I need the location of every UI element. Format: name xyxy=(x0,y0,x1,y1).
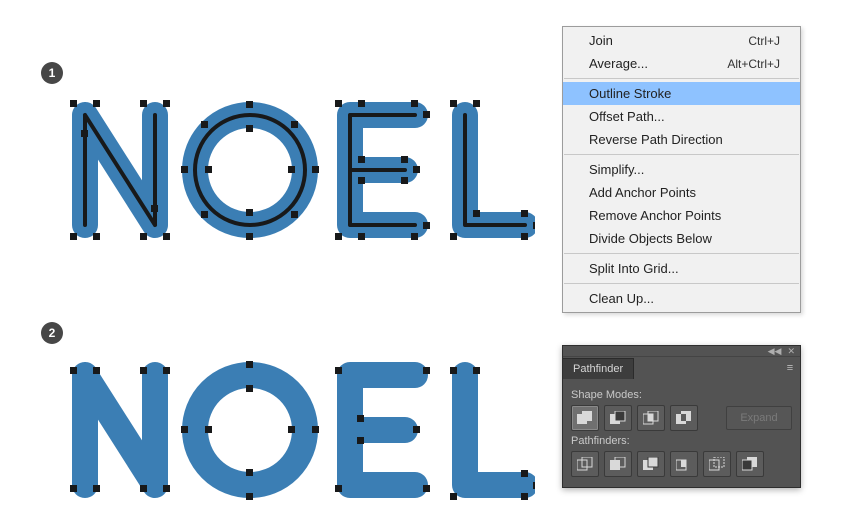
panel-menu-icon[interactable]: ≡ xyxy=(780,362,800,374)
menu-item-reverse-path-direction[interactable]: Reverse Path Direction xyxy=(563,128,800,151)
expand-button[interactable]: Expand xyxy=(726,406,792,430)
menu-item-add-anchor-points[interactable]: Add Anchor Points xyxy=(563,181,800,204)
menu-item-simplify[interactable]: Simplify... xyxy=(563,158,800,181)
pathfinder-trim[interactable] xyxy=(604,451,632,477)
shape-mode-minus-front[interactable] xyxy=(604,405,632,431)
menu-item-label: Divide Objects Below xyxy=(589,231,780,246)
minus-back-icon xyxy=(742,457,758,471)
shape-mode-exclude[interactable] xyxy=(670,405,698,431)
collapse-icon[interactable]: ◀◀ xyxy=(768,347,782,356)
menu-separator xyxy=(564,253,799,254)
menu-item-divide-objects-below[interactable]: Divide Objects Below xyxy=(563,227,800,250)
menu-separator xyxy=(564,78,799,79)
artwork-step-2 xyxy=(55,345,535,518)
shape-mode-intersect[interactable] xyxy=(637,405,665,431)
step-badge-2: 2 xyxy=(41,322,63,344)
minus-front-icon xyxy=(610,411,626,425)
menu-separator xyxy=(564,283,799,284)
exclude-icon xyxy=(676,411,692,425)
menu-item-split-into-grid[interactable]: Split Into Grid... xyxy=(563,257,800,280)
pathfinder-merge[interactable] xyxy=(637,451,665,477)
menu-item-offset-path[interactable]: Offset Path... xyxy=(563,105,800,128)
menu-item-label: Split Into Grid... xyxy=(589,261,780,276)
menu-item-label: Add Anchor Points xyxy=(589,185,780,200)
menu-item-label: Reverse Path Direction xyxy=(589,132,780,147)
shape-mode-unite[interactable] xyxy=(571,405,599,431)
menu-item-shortcut: Ctrl+J xyxy=(748,34,780,48)
menu-item-clean-up[interactable]: Clean Up... xyxy=(563,287,800,310)
crop-icon xyxy=(676,457,692,471)
menu-item-shortcut: Alt+Ctrl+J xyxy=(727,57,780,71)
pathfinder-minus-back[interactable] xyxy=(736,451,764,477)
menu-item-label: Remove Anchor Points xyxy=(589,208,780,223)
intersect-icon xyxy=(643,411,659,425)
step-badge-1: 1 xyxy=(41,62,63,84)
menu-item-average[interactable]: Average... Alt+Ctrl+J xyxy=(563,52,800,75)
panel-topbar: ◀◀ ✕ xyxy=(563,346,800,357)
panel-tab-pathfinder[interactable]: Pathfinder xyxy=(563,358,634,379)
merge-icon xyxy=(643,457,659,471)
pathfinder-panel: ◀◀ ✕ Pathfinder ≡ Shape Modes: xyxy=(562,345,801,488)
pathfinders-label: Pathfinders: xyxy=(571,435,792,447)
menu-item-label: Outline Stroke xyxy=(589,86,780,101)
outline-icon xyxy=(709,457,725,471)
pathfinder-outline[interactable] xyxy=(703,451,731,477)
trim-icon xyxy=(610,457,626,471)
pathfinder-divide[interactable] xyxy=(571,451,599,477)
menu-item-label: Clean Up... xyxy=(589,291,780,306)
menu-item-join[interactable]: Join Ctrl+J xyxy=(563,29,800,52)
menu-item-remove-anchor-points[interactable]: Remove Anchor Points xyxy=(563,204,800,227)
menu-item-label: Simplify... xyxy=(589,162,780,177)
menu-item-label: Offset Path... xyxy=(589,109,780,124)
context-menu: Join Ctrl+J Average... Alt+Ctrl+J Outlin… xyxy=(562,26,801,313)
close-icon[interactable]: ✕ xyxy=(787,347,795,356)
divide-icon xyxy=(577,457,593,471)
menu-item-outline-stroke[interactable]: Outline Stroke xyxy=(563,82,800,105)
menu-separator xyxy=(564,154,799,155)
artwork-step-1 xyxy=(55,85,535,258)
menu-item-label: Join xyxy=(589,33,748,48)
menu-item-label: Average... xyxy=(589,56,727,71)
unite-icon xyxy=(577,411,593,425)
shape-modes-label: Shape Modes: xyxy=(571,389,792,401)
pathfinder-crop[interactable] xyxy=(670,451,698,477)
